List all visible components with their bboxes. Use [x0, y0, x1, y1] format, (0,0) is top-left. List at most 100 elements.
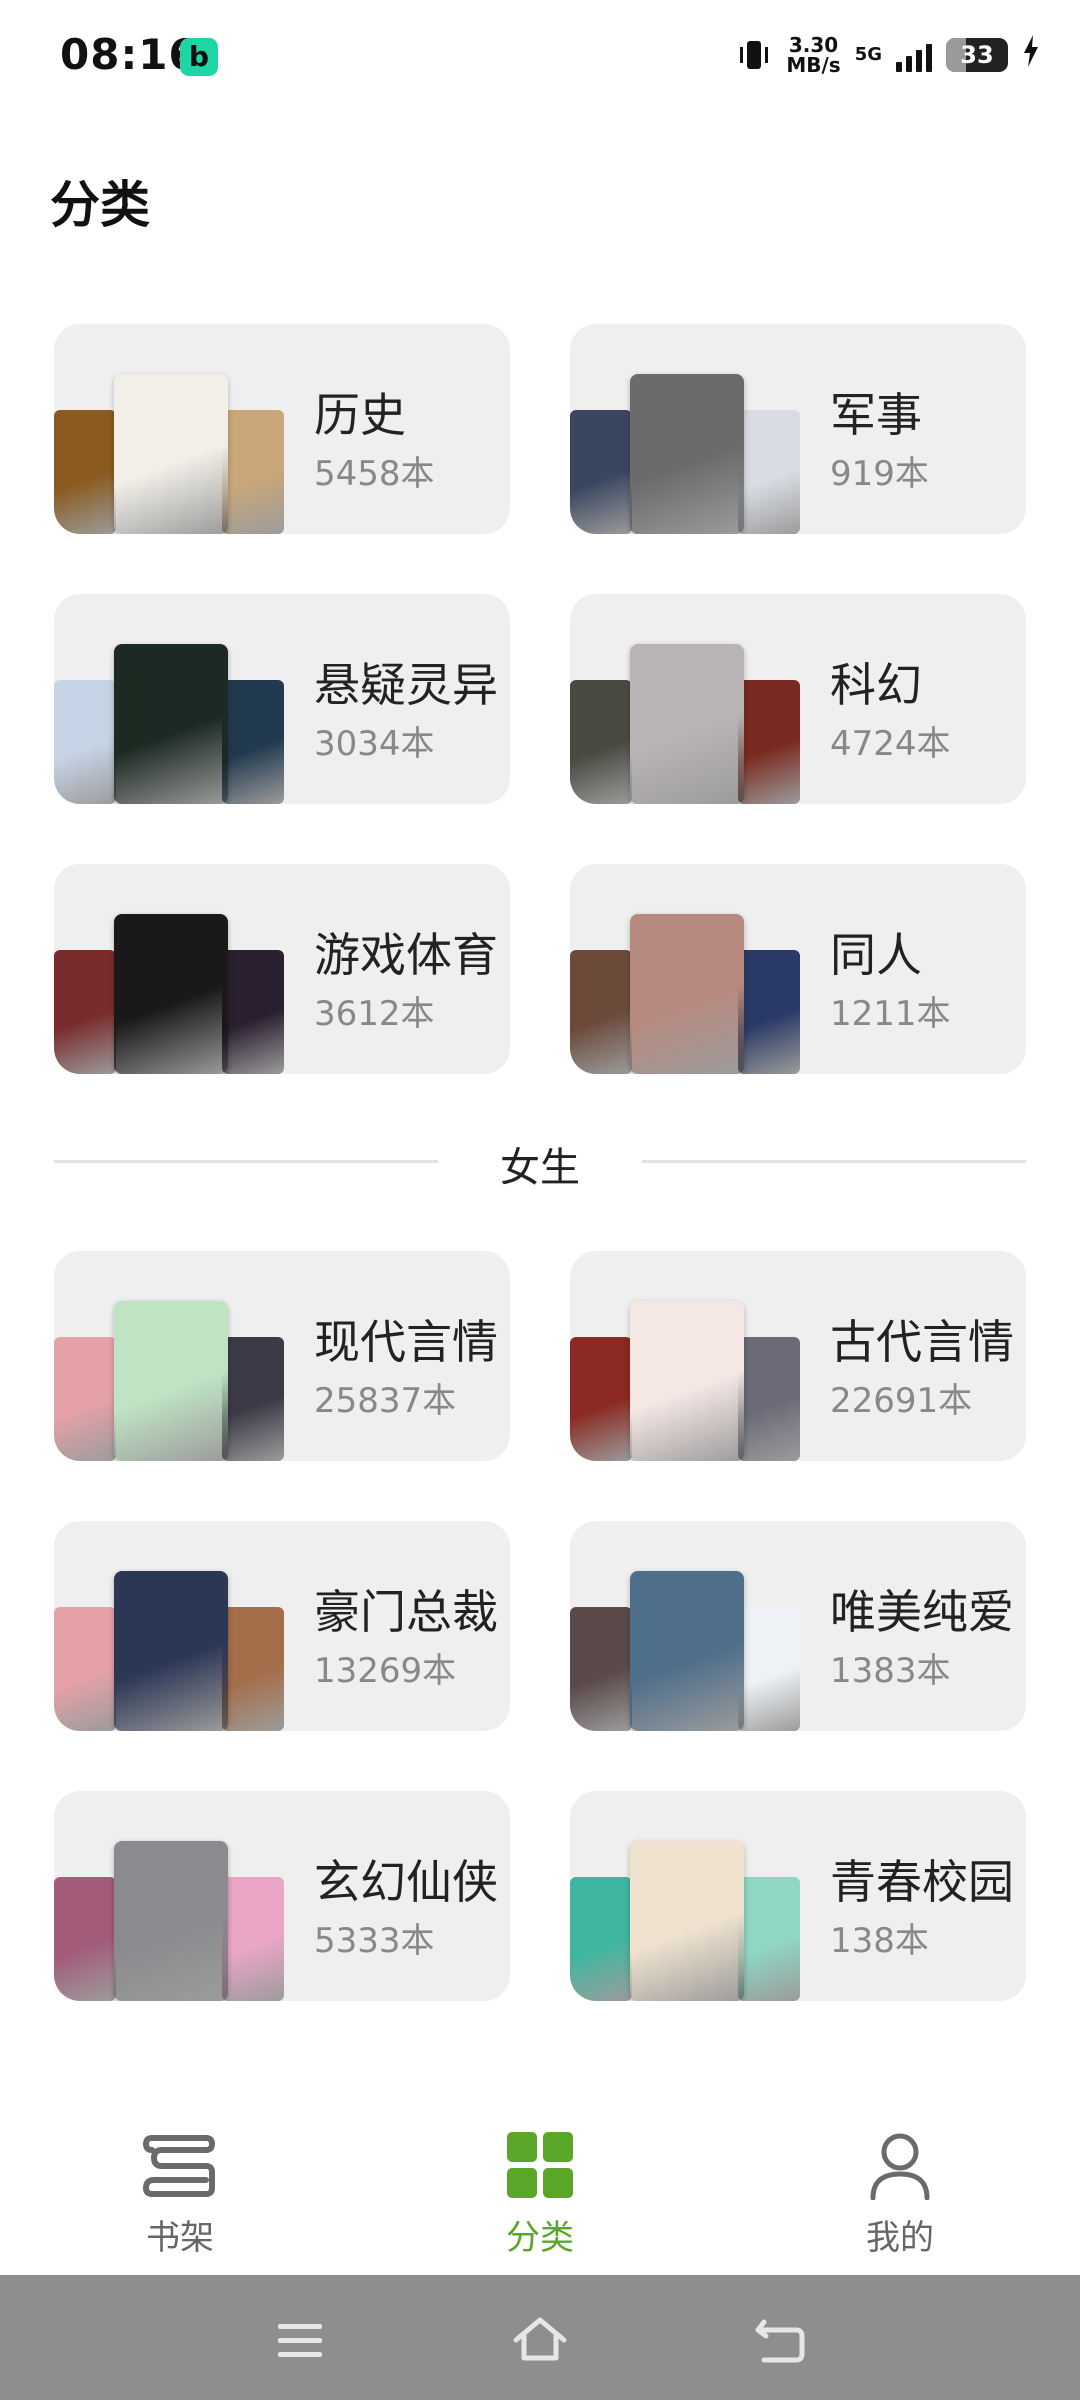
system-nav-bar [0, 2275, 1080, 2400]
book-cover-main [114, 1571, 228, 1731]
book-cover-right [222, 950, 284, 1074]
status-bar: 08:16 b 3.30 MB/s 5G 33 [0, 0, 1080, 110]
category-name: 玄幻仙侠 [314, 1855, 498, 1909]
nav-me-label: 我的 [866, 2218, 934, 2258]
category-count: 5458本 [314, 454, 435, 494]
home-icon [513, 2317, 567, 2361]
book-cover-right [222, 1607, 284, 1731]
nav-bookshelf[interactable]: 书架 [80, 2130, 280, 2259]
book-cover-right [738, 680, 800, 804]
category-count: 3612本 [314, 994, 435, 1034]
bottom-nav: 书架 分类 我的 [0, 2100, 1080, 2275]
category-count: 1211本 [830, 994, 951, 1034]
book-cover-left [570, 680, 632, 804]
category-name: 科幻 [830, 658, 922, 712]
cover-stack [54, 1521, 284, 1731]
category-name: 唯美纯爱 [830, 1585, 1014, 1639]
book-cover-main [114, 914, 228, 1074]
category-card[interactable]: 古代言情 22691本 [570, 1251, 1026, 1461]
category-card[interactable]: 豪门总裁 13269本 [54, 1521, 510, 1731]
signal-icon [896, 38, 932, 72]
category-name: 豪门总裁 [314, 1585, 498, 1639]
category-name: 青春校园 [830, 1855, 1014, 1909]
book-cover-main [630, 914, 744, 1074]
book-cover-right [738, 1607, 800, 1731]
category-name: 游戏体育 [314, 928, 498, 982]
category-count: 3034本 [314, 724, 435, 764]
cover-stack [570, 1791, 800, 2001]
cover-stack [570, 1251, 800, 1461]
system-menu-button[interactable] [270, 2310, 330, 2370]
category-name: 现代言情 [314, 1315, 498, 1369]
cover-stack [54, 1251, 284, 1461]
category-name: 同人 [830, 928, 922, 982]
battery-icon: 33 [946, 38, 1008, 72]
category-card[interactable]: 青春校园 138本 [570, 1791, 1026, 2001]
book-cover-right [222, 410, 284, 534]
category-count: 1383本 [830, 1651, 951, 1691]
book-cover-left [54, 410, 116, 534]
category-name: 军事 [830, 388, 922, 442]
back-icon [755, 2319, 805, 2363]
category-card[interactable]: 军事 919本 [570, 324, 1026, 534]
nav-category-label: 分类 [506, 2218, 574, 2258]
net-speed: 3.30 MB/s [786, 35, 840, 75]
cover-stack [54, 864, 284, 1074]
book-cover-right [222, 1337, 284, 1461]
app-notification-icon: b [180, 38, 218, 76]
category-card[interactable]: 唯美纯爱 1383本 [570, 1521, 1026, 1731]
book-cover-main [114, 1301, 228, 1461]
net-speed-unit: MB/s [786, 53, 841, 77]
book-cover-right [222, 680, 284, 804]
net-speed-value: 3.30 [788, 33, 839, 57]
category-card[interactable]: 科幻 4724本 [570, 594, 1026, 804]
category-count: 138本 [830, 1921, 929, 1961]
book-cover-main [114, 1841, 228, 2001]
system-back-button[interactable] [750, 2310, 810, 2370]
book-cover-left [570, 1877, 632, 2001]
divider-right [642, 1160, 1026, 1163]
cover-stack [54, 1791, 284, 2001]
cover-stack [570, 594, 800, 804]
category-count: 22691本 [830, 1381, 973, 1421]
nav-category[interactable]: 分类 [440, 2130, 640, 2259]
page-title: 分类 [50, 176, 150, 234]
nav-bookshelf-label: 书架 [146, 2218, 214, 2258]
category-count: 5333本 [314, 1921, 435, 1961]
cover-stack [570, 864, 800, 1074]
category-count: 25837本 [314, 1381, 457, 1421]
book-cover-left [570, 1607, 632, 1731]
cover-stack [54, 594, 284, 804]
book-cover-right [738, 1337, 800, 1461]
vibrate-icon [736, 37, 772, 73]
category-card[interactable]: 悬疑灵异 3034本 [54, 594, 510, 804]
category-name: 古代言情 [830, 1315, 1014, 1369]
cover-stack [570, 324, 800, 534]
book-cover-right [738, 410, 800, 534]
category-card[interactable]: 现代言情 25837本 [54, 1251, 510, 1461]
category-card[interactable]: 玄幻仙侠 5333本 [54, 1791, 510, 2001]
book-cover-left [570, 410, 632, 534]
category-count: 919本 [830, 454, 929, 494]
category-name: 历史 [314, 388, 406, 442]
book-cover-left [54, 1607, 116, 1731]
book-cover-right [738, 950, 800, 1074]
category-card[interactable]: 历史 5458本 [54, 324, 510, 534]
cover-stack [54, 324, 284, 534]
book-cover-main [630, 1571, 744, 1731]
book-cover-left [54, 1337, 116, 1461]
category-card[interactable]: 游戏体育 3612本 [54, 864, 510, 1074]
category-name: 悬疑灵异 [314, 658, 498, 712]
category-card[interactable]: 同人 1211本 [570, 864, 1026, 1074]
nav-me[interactable]: 我的 [800, 2130, 1000, 2259]
book-cover-left [54, 950, 116, 1074]
category-grid-icon [507, 2132, 573, 2198]
book-cover-main [630, 1301, 744, 1461]
book-cover-right [222, 1877, 284, 2001]
charging-icon [1022, 35, 1040, 75]
system-home-button[interactable] [510, 2310, 570, 2370]
menu-icon [278, 2324, 322, 2357]
battery-level: 33 [960, 41, 994, 69]
book-cover-main [114, 374, 228, 534]
book-cover-left [570, 1337, 632, 1461]
